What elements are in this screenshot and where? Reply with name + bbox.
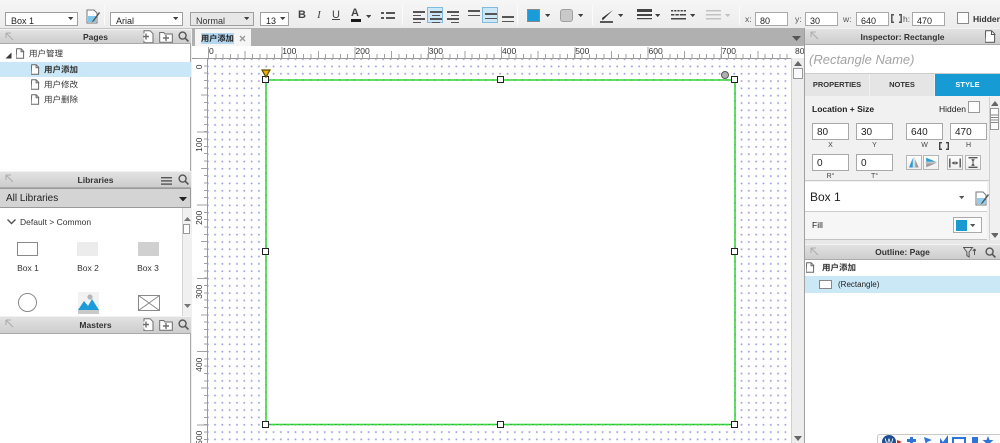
svg-text:W: W xyxy=(885,437,894,443)
